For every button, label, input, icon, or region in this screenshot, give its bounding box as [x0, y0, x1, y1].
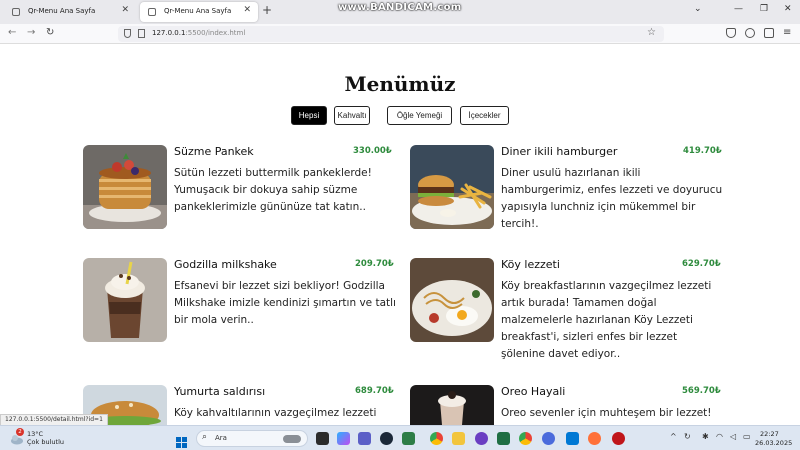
- firefox-icon[interactable]: [588, 432, 601, 445]
- page-info-icon[interactable]: [138, 29, 145, 38]
- menu-item-card[interactable]: Godzilla milkshake 209.70₺ Efsanevi bir …: [83, 258, 396, 358]
- tab-title: Qr-Menu Ana Sayfa: [164, 7, 232, 15]
- steam-icon[interactable]: [380, 432, 393, 445]
- search-label: Ara: [215, 434, 227, 442]
- item-description: Köy breakfastlarının vazgeçilmez lezzeti…: [501, 280, 712, 360]
- tab-title: Qr-Menu Ana Sayfa: [28, 7, 96, 15]
- browser-tab-1[interactable]: Qr-Menu Ana Sayfa ✕: [4, 2, 136, 22]
- filter-drinks-button[interactable]: İçecekler: [460, 106, 509, 125]
- forward-arrow-icon[interactable]: →: [27, 27, 35, 38]
- sync-icon[interactable]: ↻: [684, 432, 691, 441]
- pocket-icon[interactable]: [726, 28, 736, 38]
- new-tab-button[interactable]: +: [262, 3, 272, 17]
- weather-temperature[interactable]: 13°C: [27, 430, 43, 438]
- bandicam-icon[interactable]: [612, 432, 625, 445]
- search-highlight-icon: [283, 435, 301, 443]
- chrome-profile-icon[interactable]: [519, 432, 532, 445]
- address-bar[interactable]: 127.0.0.1:5500/index.html ☆: [118, 26, 664, 42]
- item-name[interactable]: Oreo Hayali: [501, 385, 565, 398]
- filter-breakfast-button[interactable]: Kahvaltı: [334, 106, 370, 125]
- shield-icon[interactable]: [124, 29, 131, 38]
- menu-icon[interactable]: ≡: [783, 27, 791, 38]
- menu-item-card[interactable]: Köy lezzeti 629.70₺ Köy breakfastlarının…: [410, 258, 721, 360]
- item-name[interactable]: Köy lezzeti: [501, 258, 560, 271]
- browser-tab-2[interactable]: Qr-Menu Ana Sayfa ✕: [140, 2, 258, 22]
- file-explorer-icon[interactable]: [452, 432, 465, 445]
- item-name[interactable]: Yumurta saldırısı: [174, 385, 265, 398]
- clock-date[interactable]: 26.03.2025: [755, 439, 792, 447]
- milkshake-photo[interactable]: [83, 258, 167, 342]
- clock-time[interactable]: 22:27: [760, 430, 779, 438]
- item-price: 209.70₺: [355, 259, 394, 269]
- extensions-icon[interactable]: [764, 28, 774, 38]
- app-icon[interactable]: [475, 432, 488, 445]
- filter-lunch-button[interactable]: Öğle Yemeği: [387, 106, 452, 125]
- item-price: 689.70₺: [355, 386, 394, 396]
- close-tab-icon[interactable]: ✕: [121, 5, 129, 15]
- battery-icon[interactable]: ▭: [743, 432, 751, 441]
- item-description: Köy kahvaltılarının vazgeçilmez lezzeti: [174, 407, 377, 419]
- bluetooth-icon[interactable]: ✱: [702, 432, 709, 441]
- bookmark-star-icon[interactable]: ☆: [647, 27, 656, 38]
- menu-item-card[interactable]: Süzme Pankek 330.00₺ Sütün lezzeti butte…: [83, 145, 392, 235]
- item-price: 569.70₺: [682, 386, 721, 396]
- item-price: 419.70₺: [683, 146, 722, 156]
- page-title: Menümüz: [344, 72, 456, 96]
- page-icon: [12, 8, 20, 16]
- item-price: 330.00₺: [353, 146, 392, 156]
- reload-icon[interactable]: ↻: [46, 27, 54, 38]
- item-description: Sütün lezzeti buttermilk pankeklerde! Yu…: [174, 167, 372, 213]
- weather-badge: 2: [16, 428, 24, 436]
- breakfast-photo[interactable]: [410, 258, 494, 342]
- volume-icon[interactable]: ◁: [730, 432, 736, 441]
- tab-strip: Qr-Menu Ana Sayfa ✕ Qr-Menu Ana Sayfa ✕ …: [0, 0, 800, 24]
- filter-all-button[interactable]: Hepsi: [291, 106, 327, 125]
- menu-item-card[interactable]: Yumurta saldırısı 689.70₺ Köy kahvaltıla…: [83, 385, 394, 425]
- menu-item-card[interactable]: Diner ikili hamburger 419.70₺ Diner usul…: [410, 145, 722, 235]
- category-filters: Hepsi Kahvaltı Öğle Yemeği İçecekler: [291, 106, 591, 126]
- recorder-watermark: www.BANDICAM.com: [338, 2, 462, 13]
- vscode-icon[interactable]: [566, 432, 579, 445]
- weather-description[interactable]: Çok bulutlu: [27, 438, 64, 446]
- pancake-photo[interactable]: [83, 145, 167, 229]
- item-description: Efsanevi bir lezzet sizi bekliyor! Godzi…: [174, 280, 396, 326]
- search-icon: ⌕: [202, 432, 208, 442]
- menu-item-card[interactable]: Oreo Hayali 569.70₺ Oreo sevenler için m…: [410, 385, 721, 425]
- item-description: Oreo sevenler için muhteşem bir lezzet!: [501, 407, 712, 419]
- item-description: Diner usulü hazırlanan ikili hamburgerim…: [501, 167, 723, 230]
- url-text[interactable]: 127.0.0.1:5500/index.html: [152, 29, 245, 37]
- navigation-bar: ← → ↻ 127.0.0.1:5500/index.html ☆ ≡: [0, 24, 800, 44]
- item-name[interactable]: Diner ikili hamburger: [501, 145, 617, 158]
- windows-start-icon[interactable]: [176, 433, 187, 448]
- item-price: 629.70₺: [682, 259, 721, 269]
- close-window-icon[interactable]: ✕: [784, 4, 792, 14]
- tab-list-chevron-icon[interactable]: ⌄: [694, 4, 702, 14]
- back-arrow-icon[interactable]: ←: [8, 27, 16, 38]
- oreo-shake-photo[interactable]: [410, 385, 494, 425]
- restore-icon[interactable]: ❐: [760, 4, 768, 14]
- sheets-icon[interactable]: [497, 432, 510, 445]
- item-name[interactable]: Godzilla milkshake: [174, 258, 277, 271]
- page-icon: [148, 8, 156, 16]
- chrome-icon[interactable]: [430, 432, 443, 445]
- taskbar: 2 13°C Çok bulutlu ⌕ Ara ^ ↻ ✱ ◠ ◁ ▭ 22:…: [0, 425, 800, 450]
- teams-icon[interactable]: [358, 432, 371, 445]
- taskbar-search[interactable]: ⌕ Ara: [196, 430, 308, 447]
- copilot-icon[interactable]: [337, 432, 350, 445]
- burger-photo[interactable]: [410, 145, 494, 229]
- wifi-icon[interactable]: ◠: [716, 432, 723, 441]
- xbox-icon[interactable]: [402, 432, 415, 445]
- task-view-icon[interactable]: [316, 432, 329, 445]
- account-icon[interactable]: [745, 28, 755, 38]
- close-tab-icon[interactable]: ✕: [243, 5, 251, 15]
- messenger-icon[interactable]: [542, 432, 555, 445]
- minimize-icon[interactable]: —: [734, 4, 743, 14]
- item-name[interactable]: Süzme Pankek: [174, 145, 254, 158]
- chevron-up-icon[interactable]: ^: [670, 432, 677, 441]
